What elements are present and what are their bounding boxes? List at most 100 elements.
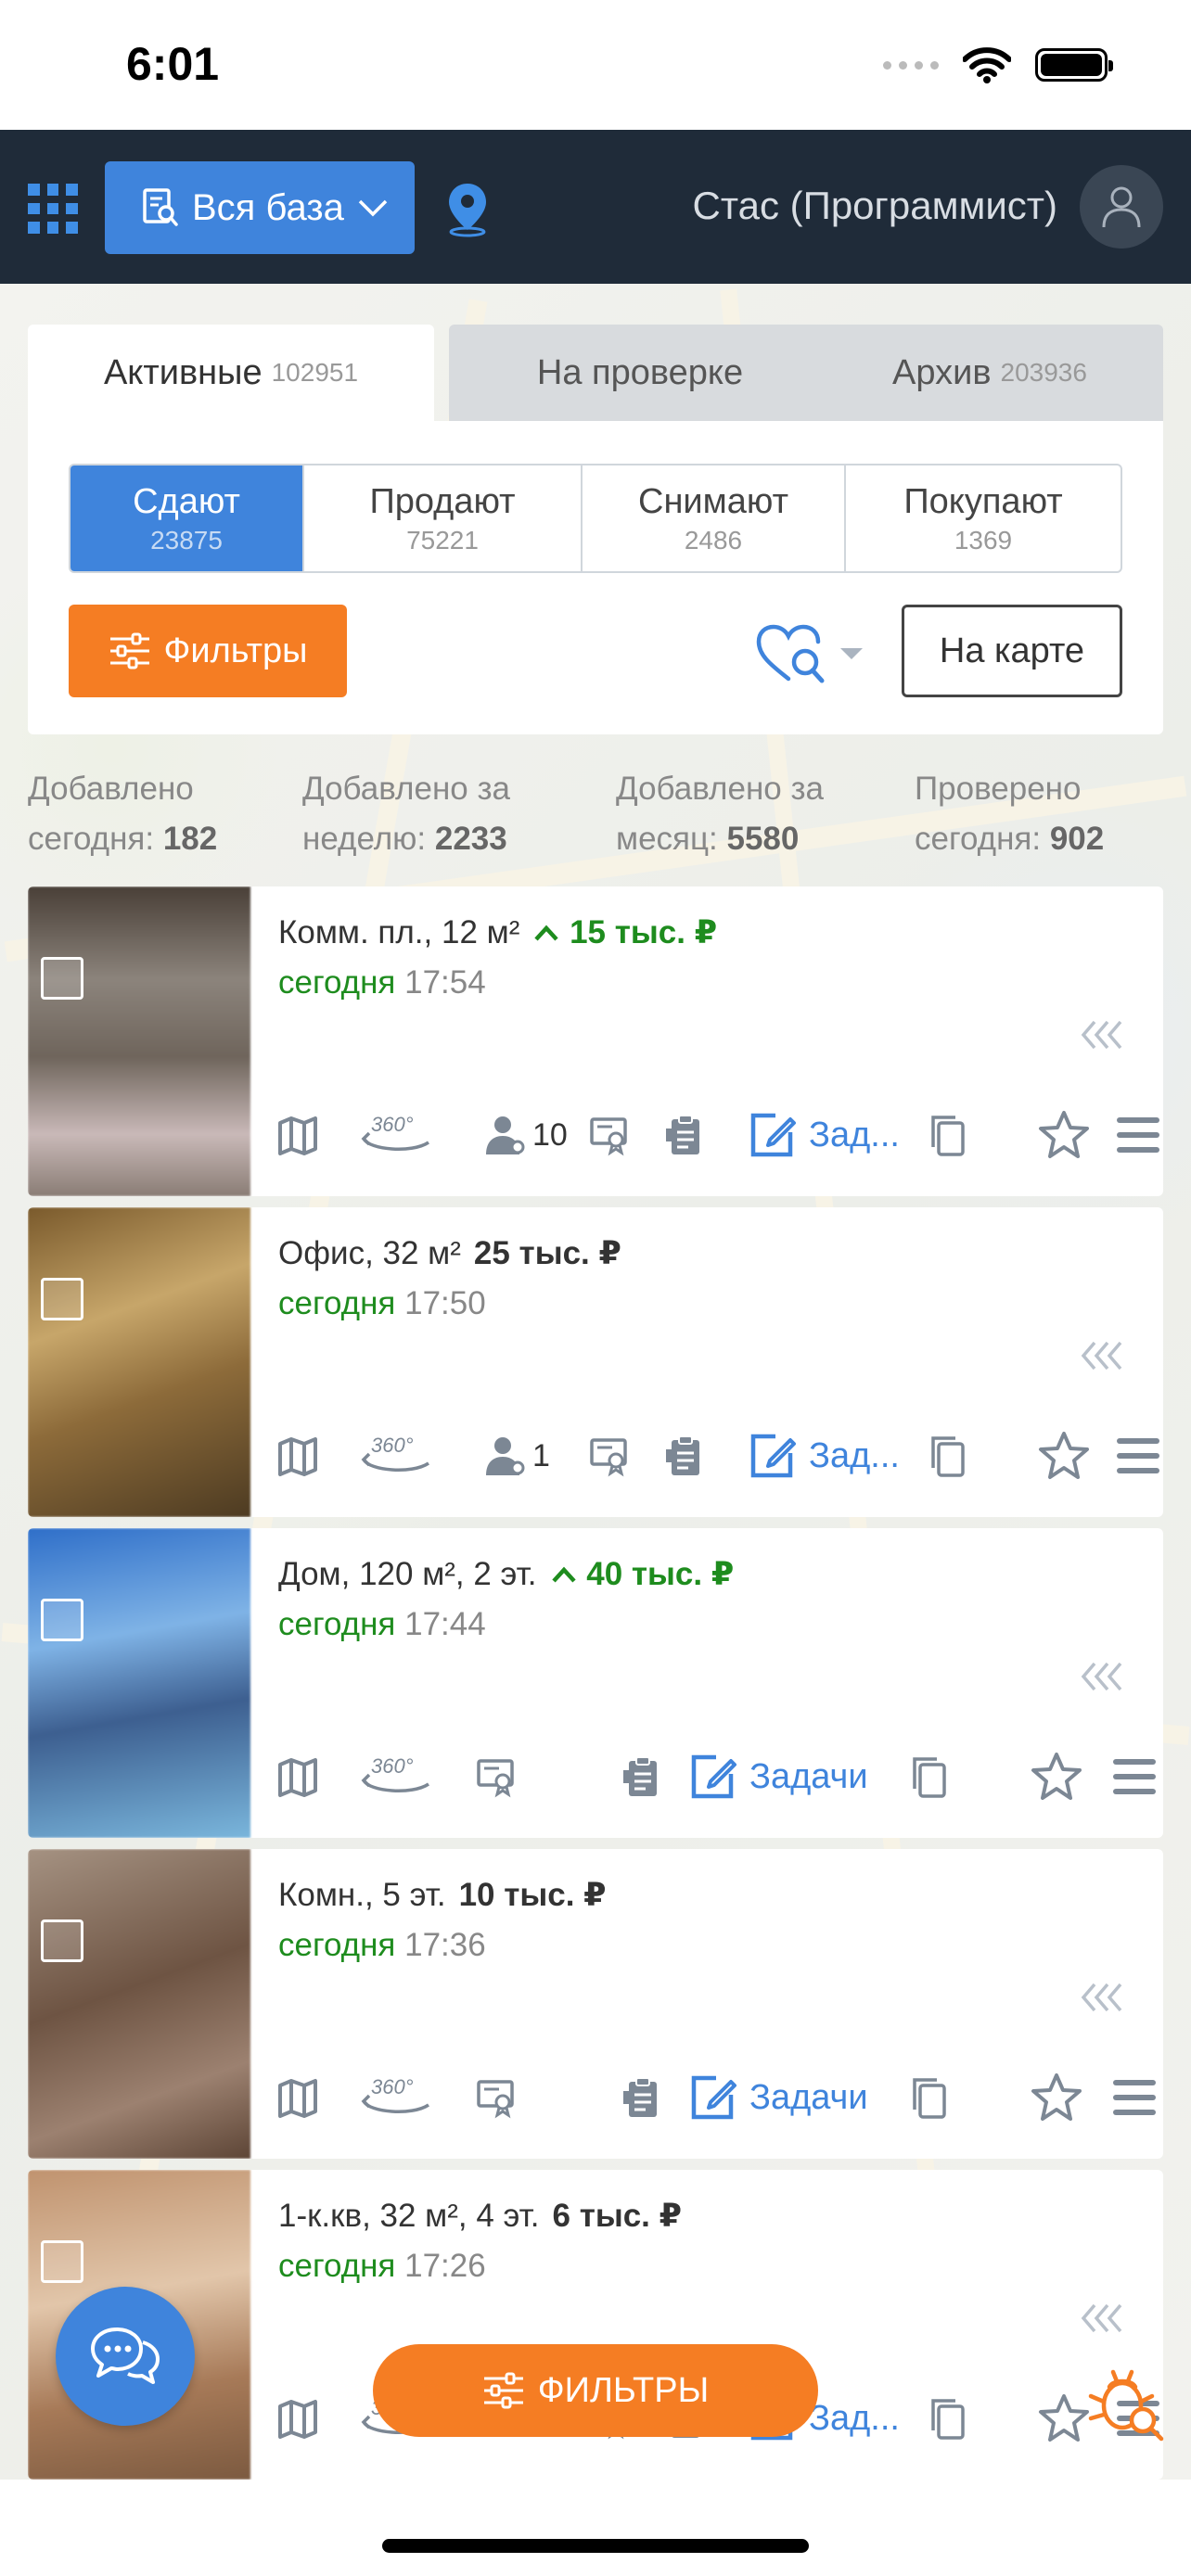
listing-title: Комм. пл., 12 м² bbox=[278, 914, 520, 950]
segment-sell[interactable]: Продают 75221 bbox=[304, 465, 583, 571]
listing-card[interactable]: Комн., 5 эт. 10 тыс. ₽ сегодня 17:36 360° За… bbox=[28, 1849, 1163, 2159]
listing-title-row: 1-к.кв, 32 м², 4 эт. 6 тыс. ₽ bbox=[278, 2198, 682, 2235]
listing-photo[interactable] bbox=[28, 1207, 250, 1517]
chat-bubbles-icon bbox=[91, 2327, 160, 2384]
clipboard-icon[interactable] bbox=[621, 2070, 664, 2125]
clipboard-icon[interactable] bbox=[664, 1107, 707, 1163]
segment-rent[interactable]: Снимают 2486 bbox=[583, 465, 846, 571]
stat-value: 5580 bbox=[726, 821, 800, 857]
listing-card[interactable]: Дом, 120 м², 2 эт. 40 тыс. ₽ сегодня 17:4… bbox=[28, 1528, 1163, 1838]
map-icon[interactable] bbox=[276, 2391, 319, 2446]
hamburger-menu-icon[interactable] bbox=[1115, 1428, 1161, 1484]
listing-card[interactable]: Комм. пл., 12 м² 15 тыс. ₽ сегодня 17:54 3… bbox=[28, 886, 1163, 1196]
database-select-button[interactable]: Вся база bbox=[105, 161, 415, 254]
listing-title: Дом, 120 м², 2 эт. bbox=[278, 1556, 537, 1592]
avatar[interactable] bbox=[1080, 165, 1163, 249]
svg-text:360°: 360° bbox=[371, 1434, 414, 1457]
certificate-icon[interactable] bbox=[475, 1749, 518, 1804]
expand-chevrons-icon[interactable] bbox=[1076, 1658, 1132, 1695]
copy-icon[interactable] bbox=[907, 2070, 950, 2125]
segment-label: Снимают bbox=[638, 481, 788, 521]
listing-title: 1-к.кв, 32 м², 4 эт. bbox=[278, 2198, 540, 2234]
listing-checkbox[interactable] bbox=[41, 1599, 83, 1641]
star-icon[interactable] bbox=[1037, 2391, 1091, 2446]
copy-icon[interactable] bbox=[926, 1428, 968, 1484]
listing-price-value: 25 тыс. ₽ bbox=[473, 1235, 621, 1271]
panorama-360-icon[interactable]: 360° bbox=[356, 1107, 436, 1163]
panorama-360-icon[interactable]: 360° bbox=[356, 2070, 436, 2125]
tasks-button[interactable]: Задачи bbox=[688, 1749, 868, 1804]
chat-button[interactable] bbox=[56, 2287, 195, 2426]
listing-photo[interactable] bbox=[28, 1528, 250, 1838]
stat-label: Добавлено bbox=[28, 771, 194, 807]
status-icons bbox=[883, 46, 1113, 83]
map-icon[interactable] bbox=[276, 2070, 319, 2125]
expand-chevrons-icon[interactable] bbox=[1076, 1979, 1132, 2016]
filters-button-label: Фильтры bbox=[163, 631, 308, 670]
filters-button[interactable]: Фильтры bbox=[69, 605, 347, 697]
copy-icon[interactable] bbox=[926, 2391, 968, 2446]
clipboard-icon[interactable] bbox=[664, 1428, 707, 1484]
certificate-icon[interactable] bbox=[588, 1428, 631, 1484]
listing-price: 40 тыс. ₽ bbox=[550, 1556, 735, 1593]
hamburger-menu-icon[interactable] bbox=[1111, 2070, 1158, 2125]
expand-chevrons-icon[interactable] bbox=[1076, 1016, 1132, 1053]
stat-label: месяц: bbox=[616, 821, 727, 857]
star-icon[interactable] bbox=[1030, 1749, 1083, 1804]
hamburger-menu-icon[interactable] bbox=[1111, 1749, 1158, 1804]
listing-actions: 360° 10 Зад... bbox=[276, 1107, 1159, 1163]
tasks-button[interactable]: Зад... bbox=[748, 1428, 900, 1484]
segment-buy[interactable]: Покупают 1369 bbox=[846, 465, 1121, 571]
bug-report-icon[interactable] bbox=[1085, 2361, 1169, 2444]
tab-count: 102951 bbox=[271, 358, 359, 387]
user-name[interactable]: Стас (Программист) bbox=[693, 184, 1057, 228]
star-icon[interactable] bbox=[1037, 1428, 1091, 1484]
panorama-360-icon[interactable]: 360° bbox=[356, 1749, 436, 1804]
tab-label: Активные bbox=[103, 352, 263, 392]
listing-checkbox[interactable] bbox=[41, 1278, 83, 1320]
certificate-icon[interactable] bbox=[588, 1107, 631, 1163]
owner-icon[interactable]: 1 bbox=[482, 1428, 550, 1484]
map-icon[interactable] bbox=[276, 1749, 319, 1804]
listing-checkbox[interactable] bbox=[41, 2240, 83, 2283]
grid-menu-icon[interactable] bbox=[28, 184, 78, 234]
tasks-button[interactable]: Зад... bbox=[748, 1107, 900, 1163]
filters-floating-button[interactable]: ФИЛЬТРЫ bbox=[373, 2344, 818, 2437]
listing-time: 17:54 bbox=[404, 964, 486, 1001]
map-icon[interactable] bbox=[276, 1428, 319, 1484]
segment-rent-out[interactable]: Сдают 23875 bbox=[70, 465, 304, 571]
certificate-icon[interactable] bbox=[475, 2070, 518, 2125]
star-icon[interactable] bbox=[1037, 1107, 1091, 1163]
listing-actions: 360° Задачи bbox=[276, 1749, 1156, 1804]
listing-photo[interactable] bbox=[28, 1849, 250, 2159]
location-pin-icon[interactable] bbox=[443, 180, 492, 237]
listing-photo[interactable] bbox=[28, 886, 250, 1196]
expand-chevrons-icon[interactable] bbox=[1076, 1337, 1132, 1374]
tab-archive[interactable]: Архив 203936 bbox=[816, 325, 1163, 421]
hamburger-menu-icon[interactable] bbox=[1115, 1107, 1161, 1163]
listing-time: 17:26 bbox=[404, 2248, 486, 2284]
caret-down-icon bbox=[840, 648, 863, 659]
listing-date-word: сегодня bbox=[278, 1285, 396, 1321]
tasks-button[interactable]: Задачи bbox=[688, 2070, 868, 2125]
owner-count: 1 bbox=[532, 1437, 550, 1473]
tab-active[interactable]: Активные 102951 bbox=[28, 325, 434, 421]
deal-type-segments: Сдают 23875 Продают 75221 Снимают 2486 П… bbox=[69, 464, 1122, 573]
listing-checkbox[interactable] bbox=[41, 957, 83, 1000]
copy-icon[interactable] bbox=[907, 1749, 950, 1804]
star-icon[interactable] bbox=[1030, 2070, 1083, 2125]
map-icon[interactable] bbox=[276, 1107, 319, 1163]
listing-time: 17:36 bbox=[404, 1927, 486, 1963]
stat-label: сегодня: bbox=[915, 821, 1050, 857]
tab-on-review[interactable]: На проверке bbox=[449, 325, 831, 421]
favorites-search-dropdown[interactable] bbox=[755, 623, 863, 684]
clipboard-icon[interactable] bbox=[621, 1749, 664, 1804]
listing-card[interactable]: Офис, 32 м² 25 тыс. ₽ сегодня 17:50 360° 1 За… bbox=[28, 1207, 1163, 1517]
panorama-360-icon[interactable]: 360° bbox=[356, 1428, 436, 1484]
listing-checkbox[interactable] bbox=[41, 1919, 83, 1962]
listing-price-value: 40 тыс. ₽ bbox=[586, 1556, 735, 1592]
copy-icon[interactable] bbox=[926, 1107, 968, 1163]
on-map-button[interactable]: На карте bbox=[902, 605, 1122, 697]
expand-chevrons-icon[interactable] bbox=[1076, 2300, 1132, 2337]
owner-icon[interactable]: 10 bbox=[482, 1107, 568, 1163]
